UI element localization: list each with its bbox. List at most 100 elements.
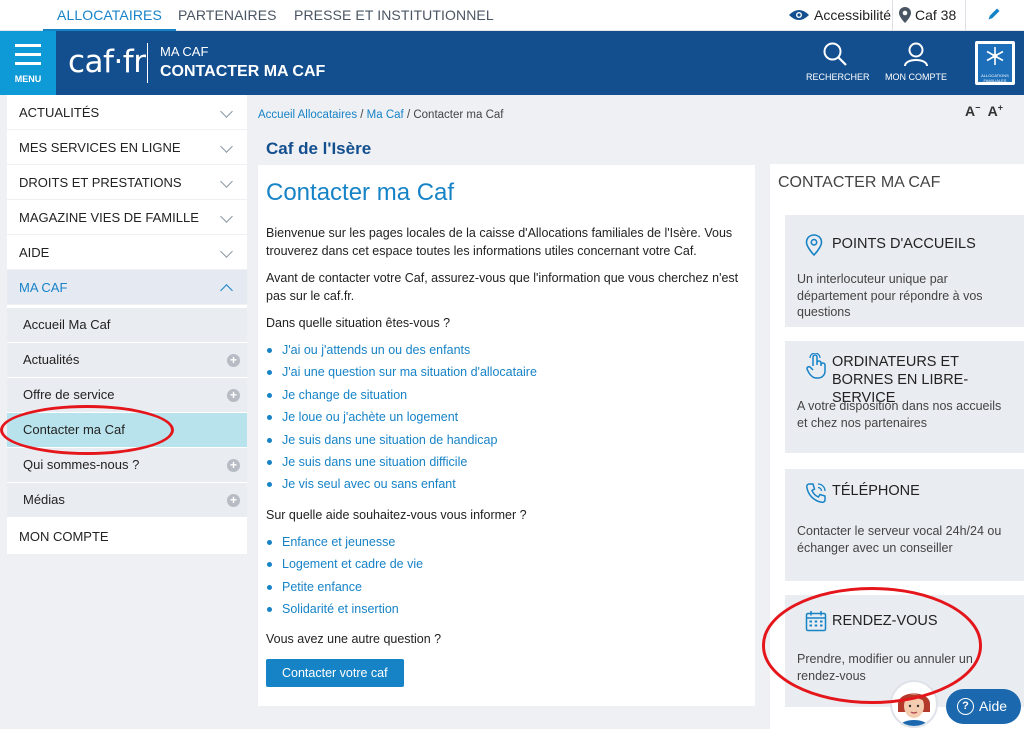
card-points-accueils[interactable]: POINTS D'ACCUEILS Un interlocuteur uniqu… — [785, 215, 1024, 327]
card-ordinateurs[interactable]: ORDINATEURS ET BORNES EN LIBRE-SERVICE A… — [785, 341, 1024, 453]
hamburger-icon-bar — [15, 62, 41, 65]
aide-link[interactable]: Solidarité et insertion — [266, 598, 747, 620]
search-icon — [823, 42, 847, 66]
situation-link[interactable]: Je vis seul avec ou sans enfant — [266, 473, 747, 495]
search-label: RECHERCHER — [806, 72, 870, 82]
annotation-circle-rendez-vous — [762, 587, 982, 704]
page-title: Contacter ma Caf — [266, 179, 455, 206]
aide-link[interactable]: Enfance et jeunesse — [266, 531, 747, 553]
plus-icon[interactable]: + — [227, 389, 240, 402]
advice-text: Avant de contacter votre Caf, assurez-vo… — [266, 271, 739, 303]
situation-question: Dans quelle situation êtes-vous ? — [266, 316, 451, 330]
caf-logo[interactable]: caf·fr — [68, 44, 146, 80]
sidebar-sub-label: Accueil Ma Caf — [23, 317, 111, 332]
hamburger-icon-bar — [15, 53, 41, 56]
header-section: MA CAF — [160, 44, 209, 59]
minus-icon: − — [975, 102, 981, 112]
chevron-down-icon — [220, 245, 233, 258]
contact-caf-button[interactable]: Contacter votre caf — [266, 659, 404, 688]
site-header: MENU caf·fr MA CAF CONTACTER MA CAF RECH… — [0, 31, 1024, 101]
accessibility-label: Accessibilité — [814, 7, 892, 23]
menu-button[interactable]: MENU — [0, 31, 56, 101]
sidebar-item-label: MES SERVICES EN LIGNE — [19, 140, 181, 155]
breadcrumb-parent[interactable]: Ma Caf — [367, 109, 404, 121]
location-label: Caf 38 — [915, 7, 957, 23]
location-selector[interactable]: Caf 38 — [899, 7, 956, 23]
aide-question: Sur quelle aide souhaitez-vous vous info… — [266, 507, 527, 522]
situation-link[interactable]: Je loue ou j'achète un logement — [266, 406, 747, 428]
breadcrumb-home[interactable]: Accueil Allocataires — [258, 109, 357, 121]
plus-icon[interactable]: + — [227, 354, 240, 367]
situation-list: J'ai ou j'attends un ou des enfants J'ai… — [266, 339, 747, 496]
sidebar-item-label: MON COMPTE — [19, 529, 109, 544]
account-label: MON COMPTE — [885, 72, 947, 82]
snowflake-icon — [986, 47, 1004, 65]
sidebar-sub-qui-sommes-nous[interactable]: Qui sommes-nous ? + — [7, 448, 247, 483]
text-decrease-button[interactable]: A− — [965, 102, 981, 119]
sidebar-item-actualites[interactable]: ACTUALITÉS — [7, 95, 247, 130]
sidebar-item-ma-caf[interactable]: MA CAF — [7, 270, 247, 305]
sidebar-item-label: MAGAZINE VIES DE FAMILLE — [19, 210, 199, 225]
account-button[interactable]: MON COMPTE — [885, 41, 947, 82]
sidebar-item-label: ACTUALITÉS — [19, 105, 100, 120]
header-divider — [147, 43, 148, 83]
aide-list: Enfance et jeunesse Logement et cadre de… — [266, 531, 747, 621]
sidebar-sub-actualites[interactable]: Actualités + — [7, 343, 247, 378]
sidebar-sub-accueil[interactable]: Accueil Ma Caf — [7, 308, 247, 343]
user-icon — [904, 42, 928, 67]
card-text: Contacter le serveur vocal 24h/24 ou éch… — [797, 524, 1002, 555]
sidebar-item-services[interactable]: MES SERVICES EN LIGNE — [7, 130, 247, 165]
breadcrumb-current: Contacter ma Caf — [413, 109, 504, 121]
menu-label: MENU — [14, 74, 42, 84]
text-decrease-label: A — [965, 102, 976, 119]
text-size-controls: A− A+ — [965, 102, 1003, 119]
chevron-down-icon — [220, 105, 233, 118]
search-button[interactable]: RECHERCHER — [806, 41, 870, 82]
situation-link[interactable]: Je suis dans une situation de handicap — [266, 429, 747, 451]
sidebar-item-label: AIDE — [19, 245, 50, 260]
sidebar-item-aide[interactable]: AIDE — [7, 235, 247, 270]
touch-hand-icon — [806, 353, 826, 379]
caf-name: Caf de l'Isère — [266, 139, 372, 158]
tab-presse[interactable]: PRESSE ET INSTITUTIONNEL — [294, 7, 494, 23]
aide-link[interactable]: Petite enfance — [266, 576, 747, 598]
breadcrumb: Accueil Allocataires / Ma Caf / Contacte… — [258, 109, 503, 121]
allocations-familiales-emblem: ALLOCATIONS FAMILIALES — [975, 41, 1015, 85]
tab-partenaires[interactable]: PARTENAIRES — [178, 7, 277, 23]
chevron-down-icon — [220, 140, 233, 153]
plus-icon[interactable]: + — [227, 494, 240, 507]
sidebar-sub-label: Offre de service — [23, 387, 115, 402]
sidebar-item-droits[interactable]: DROITS ET PRESTATIONS — [7, 165, 247, 200]
card-telephone[interactable]: TÉLÉPHONE Contacter le serveur vocal 24h… — [785, 469, 1024, 581]
sidebar-item-mon-compte[interactable]: MON COMPTE — [7, 519, 247, 554]
help-button[interactable]: ? Aide — [946, 689, 1021, 724]
annotation-circle-contacter — [0, 405, 174, 455]
aide-link[interactable]: Logement et cadre de vie — [266, 553, 747, 575]
question-icon: ? — [957, 698, 974, 715]
situation-link[interactable]: Je suis dans une situation difficile — [266, 451, 747, 473]
situation-link[interactable]: J'ai une question sur ma situation d'all… — [266, 361, 747, 383]
sidebar-sub-label: Médias — [23, 492, 65, 507]
edit-button[interactable] — [987, 7, 1001, 21]
emblem-text: ALLOCATIONS FAMILIALES — [981, 73, 1009, 83]
contact-panel-title: CONTACTER MA CAF — [778, 174, 941, 191]
sidebar: ACTUALITÉS MES SERVICES EN LIGNE DROITS … — [7, 95, 247, 554]
divider — [892, 0, 893, 31]
sidebar-item-label: DROITS ET PRESTATIONS — [19, 175, 182, 190]
text-increase-label: A — [987, 102, 998, 119]
main-content: Contacter ma Caf Bienvenue sur les pages… — [258, 165, 755, 706]
situation-link[interactable]: Je change de situation — [266, 384, 747, 406]
phone-icon — [806, 483, 826, 504]
card-title: TÉLÉPHONE — [832, 483, 920, 499]
text-increase-button[interactable]: A+ — [987, 102, 1003, 119]
sidebar-sub-medias[interactable]: Médias + — [7, 483, 247, 518]
pencil-icon — [988, 8, 1000, 20]
tab-allocataires[interactable]: ALLOCATAIRES — [43, 7, 176, 31]
accessibility-link[interactable]: Accessibilité — [788, 7, 891, 23]
plus-icon[interactable]: + — [227, 459, 240, 472]
help-label: Aide — [979, 698, 1008, 714]
sidebar-sub-label: Qui sommes-nous ? — [23, 457, 140, 472]
other-question: Vous avez une autre question ? — [266, 632, 442, 647]
sidebar-item-magazine[interactable]: MAGAZINE VIES DE FAMILLE — [7, 200, 247, 235]
situation-link[interactable]: J'ai ou j'attends un ou des enfants — [266, 339, 747, 361]
